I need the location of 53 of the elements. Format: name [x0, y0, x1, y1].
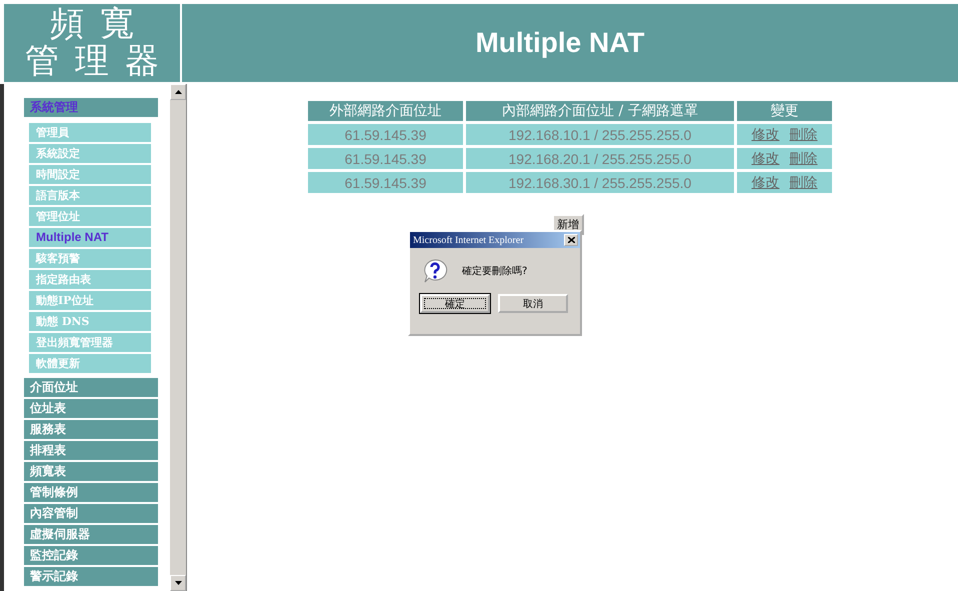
- menu-item[interactable]: 動態IP位址: [29, 291, 151, 310]
- dialog-title: Microsoft Internet Explorer: [413, 234, 524, 246]
- menu-group[interactable]: 虛擬伺服器: [24, 525, 158, 544]
- menu-group[interactable]: 系統管理: [24, 98, 158, 117]
- table-cell: 192.168.20.1 / 255.255.255.0: [466, 148, 734, 169]
- table-cell: 192.168.30.1 / 255.255.255.0: [466, 172, 734, 193]
- menu-item[interactable]: 語言版本: [29, 186, 151, 205]
- menu-group[interactable]: 監控記錄: [24, 546, 158, 565]
- logo-text: 頻寬: [50, 6, 150, 43]
- menu-item[interactable]: 登出頻寬管理器: [29, 333, 151, 352]
- scrollbar[interactable]: [170, 84, 187, 591]
- action-link[interactable]: 修改: [752, 150, 780, 166]
- table-cell: 61.59.145.39: [308, 148, 463, 169]
- dialog-button[interactable]: 取消: [498, 294, 568, 313]
- scroll-up-button[interactable]: [170, 84, 186, 100]
- action-link[interactable]: 刪除: [790, 150, 818, 166]
- action-link[interactable]: 修改: [752, 174, 780, 190]
- table-cell: 61.59.145.39: [308, 124, 463, 145]
- menu-group[interactable]: 頻寬表: [24, 462, 158, 481]
- table-cell: 61.59.145.39: [308, 172, 463, 193]
- scroll-down-button[interactable]: [170, 575, 186, 591]
- scroll-up-icon[interactable]: [174, 90, 182, 94]
- dialog-message: 確定要刪除嗎?: [462, 264, 528, 278]
- close-button[interactable]: [564, 234, 578, 246]
- logo-text: 管理器: [25, 43, 175, 80]
- dialog-button[interactable]: 確定: [420, 294, 490, 313]
- menu-item[interactable]: 軟體更新: [29, 354, 151, 373]
- menu-group[interactable]: 位址表: [24, 399, 158, 418]
- menu-item[interactable]: 動態 DNS: [29, 312, 151, 331]
- menu-item[interactable]: 管理位址: [29, 207, 151, 226]
- close-icon: [568, 237, 574, 243]
- menu-item[interactable]: 系統設定: [29, 144, 151, 163]
- menu-item[interactable]: 管理員: [29, 123, 151, 142]
- menu-group[interactable]: 警示記錄: [24, 567, 158, 586]
- menu-item[interactable]: Multiple NAT: [29, 228, 151, 247]
- menu-group[interactable]: 內容管制: [24, 504, 158, 523]
- menu-item[interactable]: 時間設定: [29, 165, 151, 184]
- table-cell: 192.168.10.1 / 255.255.255.0: [466, 124, 734, 145]
- menu-item[interactable]: 駭客預警: [29, 249, 151, 268]
- action-link[interactable]: 修改: [752, 126, 780, 142]
- column-header: 內部網路介面位址 / 子網路遮罩: [466, 101, 734, 121]
- action-link[interactable]: 刪除: [790, 174, 818, 190]
- menu-group[interactable]: 服務表: [24, 420, 158, 439]
- action-link[interactable]: 刪除: [790, 126, 818, 142]
- question-icon: [422, 258, 448, 284]
- scroll-down-icon[interactable]: [174, 581, 182, 585]
- menu-group[interactable]: 介面位址: [24, 378, 158, 397]
- page-title: Multiple NAT: [474, 27, 646, 59]
- menu-item[interactable]: 指定路由表: [29, 270, 151, 289]
- column-header: 外部網路介面位址: [308, 101, 463, 121]
- menu-group[interactable]: 管制條例: [24, 483, 158, 502]
- column-header: 變更: [737, 101, 832, 121]
- menu-group[interactable]: 排程表: [24, 441, 158, 460]
